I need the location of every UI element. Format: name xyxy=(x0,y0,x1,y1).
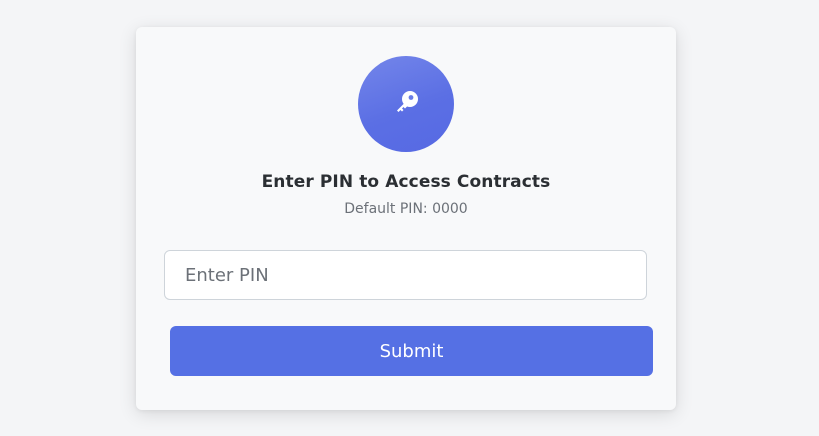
pin-card: Enter PIN to Access Contracts Default PI… xyxy=(136,27,676,410)
submit-button[interactable]: Submit xyxy=(170,326,653,376)
pin-input[interactable] xyxy=(164,250,647,300)
key-icon xyxy=(397,91,418,112)
key-icon-badge xyxy=(358,56,454,152)
default-pin-hint: Default PIN: 0000 xyxy=(344,201,468,217)
dialog-title: Enter PIN to Access Contracts xyxy=(261,172,551,192)
